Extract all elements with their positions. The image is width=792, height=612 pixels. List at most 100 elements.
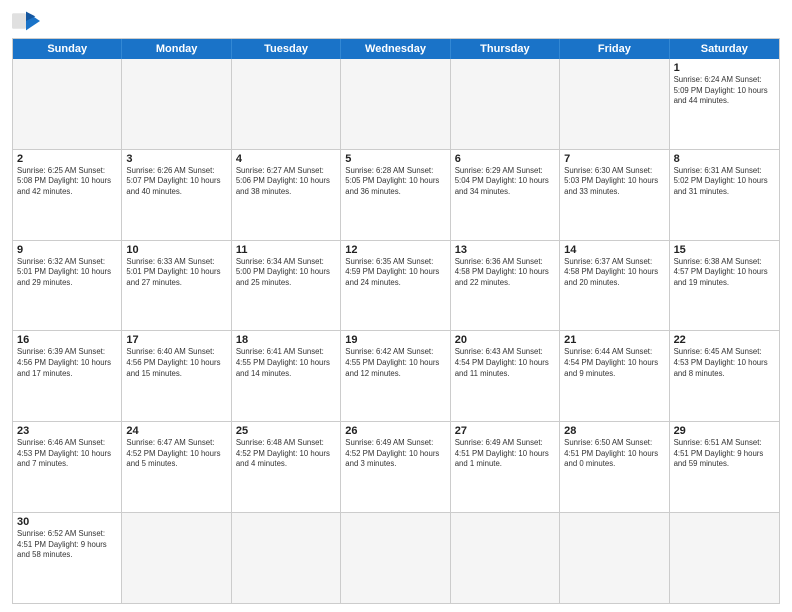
calendar-cell-r4-c1: 24Sunrise: 6:47 AM Sunset: 4:52 PM Dayli… <box>122 422 231 512</box>
calendar-cell-r1-c1: 3Sunrise: 6:26 AM Sunset: 5:07 PM Daylig… <box>122 150 231 240</box>
calendar-cell-r1-c0: 2Sunrise: 6:25 AM Sunset: 5:08 PM Daylig… <box>13 150 122 240</box>
calendar-cell-r2-c6: 15Sunrise: 6:38 AM Sunset: 4:57 PM Dayli… <box>670 241 779 331</box>
day-number: 27 <box>455 425 555 437</box>
day-info: Sunrise: 6:50 AM Sunset: 4:51 PM Dayligh… <box>564 438 664 470</box>
day-info: Sunrise: 6:40 AM Sunset: 4:56 PM Dayligh… <box>126 347 226 379</box>
day-info: Sunrise: 6:35 AM Sunset: 4:59 PM Dayligh… <box>345 257 445 289</box>
day-info: Sunrise: 6:49 AM Sunset: 4:52 PM Dayligh… <box>345 438 445 470</box>
calendar-cell-r3-c6: 22Sunrise: 6:45 AM Sunset: 4:53 PM Dayli… <box>670 331 779 421</box>
day-number: 28 <box>564 425 664 437</box>
day-number: 24 <box>126 425 226 437</box>
day-info: Sunrise: 6:52 AM Sunset: 4:51 PM Dayligh… <box>17 529 117 561</box>
day-number: 6 <box>455 153 555 165</box>
day-number: 10 <box>126 244 226 256</box>
calendar-body: 1Sunrise: 6:24 AM Sunset: 5:09 PM Daylig… <box>13 59 779 603</box>
day-number: 2 <box>17 153 117 165</box>
calendar-cell-r1-c3: 5Sunrise: 6:28 AM Sunset: 5:05 PM Daylig… <box>341 150 450 240</box>
day-info: Sunrise: 6:42 AM Sunset: 4:55 PM Dayligh… <box>345 347 445 379</box>
calendar-cell-r5-c2 <box>232 513 341 603</box>
weekday-header-saturday: Saturday <box>670 39 779 59</box>
weekday-header-friday: Friday <box>560 39 669 59</box>
logo-icon <box>12 10 40 32</box>
calendar-row-2: 9Sunrise: 6:32 AM Sunset: 5:01 PM Daylig… <box>13 240 779 331</box>
calendar-cell-r1-c2: 4Sunrise: 6:27 AM Sunset: 5:06 PM Daylig… <box>232 150 341 240</box>
calendar-row-0: 1Sunrise: 6:24 AM Sunset: 5:09 PM Daylig… <box>13 59 779 149</box>
day-info: Sunrise: 6:46 AM Sunset: 4:53 PM Dayligh… <box>17 438 117 470</box>
weekday-header-wednesday: Wednesday <box>341 39 450 59</box>
calendar-row-1: 2Sunrise: 6:25 AM Sunset: 5:08 PM Daylig… <box>13 149 779 240</box>
calendar-cell-r0-c3 <box>341 59 450 149</box>
calendar-cell-r2-c3: 12Sunrise: 6:35 AM Sunset: 4:59 PM Dayli… <box>341 241 450 331</box>
calendar-cell-r5-c4 <box>451 513 560 603</box>
calendar: SundayMondayTuesdayWednesdayThursdayFrid… <box>12 38 780 604</box>
calendar-cell-r5-c3 <box>341 513 450 603</box>
day-number: 17 <box>126 334 226 346</box>
day-info: Sunrise: 6:39 AM Sunset: 4:56 PM Dayligh… <box>17 347 117 379</box>
calendar-cell-r1-c4: 6Sunrise: 6:29 AM Sunset: 5:04 PM Daylig… <box>451 150 560 240</box>
day-number: 18 <box>236 334 336 346</box>
calendar-cell-r2-c5: 14Sunrise: 6:37 AM Sunset: 4:58 PM Dayli… <box>560 241 669 331</box>
calendar-cell-r3-c0: 16Sunrise: 6:39 AM Sunset: 4:56 PM Dayli… <box>13 331 122 421</box>
calendar-cell-r0-c2 <box>232 59 341 149</box>
day-info: Sunrise: 6:30 AM Sunset: 5:03 PM Dayligh… <box>564 166 664 198</box>
calendar-cell-r3-c2: 18Sunrise: 6:41 AM Sunset: 4:55 PM Dayli… <box>232 331 341 421</box>
calendar-cell-r4-c0: 23Sunrise: 6:46 AM Sunset: 4:53 PM Dayli… <box>13 422 122 512</box>
day-number: 26 <box>345 425 445 437</box>
day-number: 25 <box>236 425 336 437</box>
day-info: Sunrise: 6:28 AM Sunset: 5:05 PM Dayligh… <box>345 166 445 198</box>
calendar-cell-r4-c2: 25Sunrise: 6:48 AM Sunset: 4:52 PM Dayli… <box>232 422 341 512</box>
calendar-cell-r0-c0 <box>13 59 122 149</box>
weekday-header-monday: Monday <box>122 39 231 59</box>
day-info: Sunrise: 6:33 AM Sunset: 5:01 PM Dayligh… <box>126 257 226 289</box>
calendar-header: SundayMondayTuesdayWednesdayThursdayFrid… <box>13 39 779 59</box>
calendar-cell-r0-c5 <box>560 59 669 149</box>
day-info: Sunrise: 6:48 AM Sunset: 4:52 PM Dayligh… <box>236 438 336 470</box>
calendar-cell-r5-c1 <box>122 513 231 603</box>
day-info: Sunrise: 6:31 AM Sunset: 5:02 PM Dayligh… <box>674 166 775 198</box>
weekday-header-tuesday: Tuesday <box>232 39 341 59</box>
weekday-header-sunday: Sunday <box>13 39 122 59</box>
day-number: 13 <box>455 244 555 256</box>
day-number: 19 <box>345 334 445 346</box>
day-number: 21 <box>564 334 664 346</box>
calendar-cell-r3-c1: 17Sunrise: 6:40 AM Sunset: 4:56 PM Dayli… <box>122 331 231 421</box>
calendar-cell-r4-c5: 28Sunrise: 6:50 AM Sunset: 4:51 PM Dayli… <box>560 422 669 512</box>
day-number: 23 <box>17 425 117 437</box>
day-number: 1 <box>674 62 775 74</box>
day-info: Sunrise: 6:34 AM Sunset: 5:00 PM Dayligh… <box>236 257 336 289</box>
day-info: Sunrise: 6:37 AM Sunset: 4:58 PM Dayligh… <box>564 257 664 289</box>
day-number: 30 <box>17 516 117 528</box>
day-info: Sunrise: 6:29 AM Sunset: 5:04 PM Dayligh… <box>455 166 555 198</box>
day-number: 7 <box>564 153 664 165</box>
header <box>12 10 780 32</box>
day-number: 16 <box>17 334 117 346</box>
calendar-cell-r5-c6 <box>670 513 779 603</box>
day-info: Sunrise: 6:38 AM Sunset: 4:57 PM Dayligh… <box>674 257 775 289</box>
day-number: 9 <box>17 244 117 256</box>
day-info: Sunrise: 6:36 AM Sunset: 4:58 PM Dayligh… <box>455 257 555 289</box>
calendar-cell-r2-c2: 11Sunrise: 6:34 AM Sunset: 5:00 PM Dayli… <box>232 241 341 331</box>
day-info: Sunrise: 6:24 AM Sunset: 5:09 PM Dayligh… <box>674 75 775 107</box>
day-info: Sunrise: 6:26 AM Sunset: 5:07 PM Dayligh… <box>126 166 226 198</box>
day-number: 12 <box>345 244 445 256</box>
day-number: 11 <box>236 244 336 256</box>
page: SundayMondayTuesdayWednesdayThursdayFrid… <box>0 0 792 612</box>
day-number: 8 <box>674 153 775 165</box>
day-info: Sunrise: 6:44 AM Sunset: 4:54 PM Dayligh… <box>564 347 664 379</box>
day-info: Sunrise: 6:45 AM Sunset: 4:53 PM Dayligh… <box>674 347 775 379</box>
day-number: 20 <box>455 334 555 346</box>
calendar-cell-r0-c1 <box>122 59 231 149</box>
day-info: Sunrise: 6:32 AM Sunset: 5:01 PM Dayligh… <box>17 257 117 289</box>
day-number: 4 <box>236 153 336 165</box>
calendar-cell-r5-c5 <box>560 513 669 603</box>
calendar-cell-r4-c6: 29Sunrise: 6:51 AM Sunset: 4:51 PM Dayli… <box>670 422 779 512</box>
day-info: Sunrise: 6:25 AM Sunset: 5:08 PM Dayligh… <box>17 166 117 198</box>
calendar-cell-r4-c3: 26Sunrise: 6:49 AM Sunset: 4:52 PM Dayli… <box>341 422 450 512</box>
day-number: 29 <box>674 425 775 437</box>
calendar-cell-r3-c4: 20Sunrise: 6:43 AM Sunset: 4:54 PM Dayli… <box>451 331 560 421</box>
calendar-cell-r1-c5: 7Sunrise: 6:30 AM Sunset: 5:03 PM Daylig… <box>560 150 669 240</box>
day-number: 5 <box>345 153 445 165</box>
day-info: Sunrise: 6:43 AM Sunset: 4:54 PM Dayligh… <box>455 347 555 379</box>
calendar-row-4: 23Sunrise: 6:46 AM Sunset: 4:53 PM Dayli… <box>13 421 779 512</box>
day-number: 22 <box>674 334 775 346</box>
